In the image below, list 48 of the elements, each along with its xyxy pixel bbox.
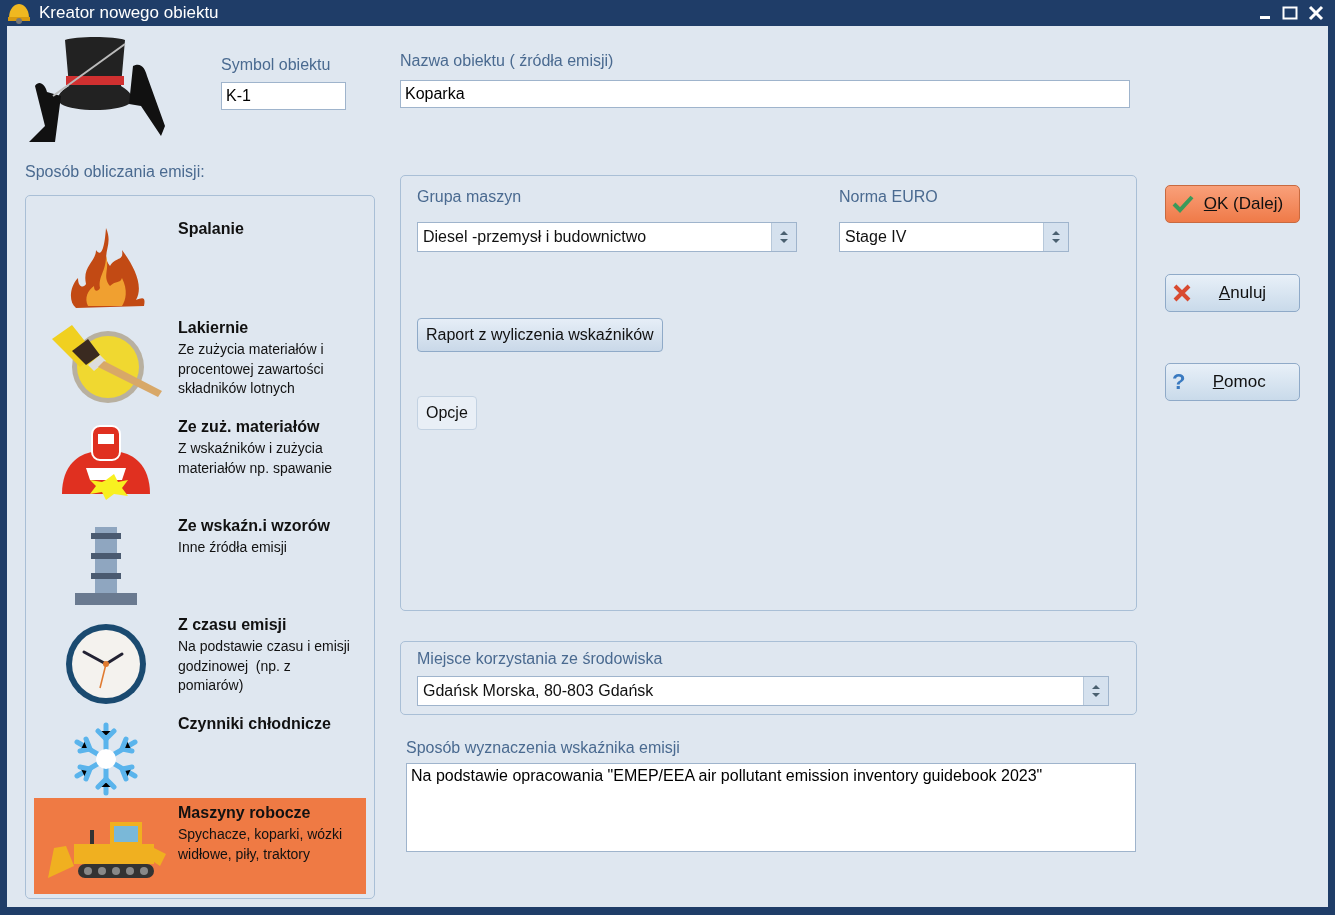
method-item[interactable]: Maszyny robocze Spychacze, koparki, wózki widłowe, piły, traktory — [34, 798, 366, 894]
method-title: Czynniki chłodnicze — [178, 715, 332, 733]
method-title: Ze wskaźn.i wzorów — [178, 517, 332, 535]
method-description: Inne źródła emisji — [178, 538, 288, 557]
method-description: Na podstawie czasu i emisji godzinowej (np. z pomiarów) — [178, 637, 351, 696]
ok-button[interactable]: OK (Dalej) — [1165, 185, 1300, 223]
method-item[interactable]: Z czasu emisji Na podstawie czasu i emisji godzinowej (np. z pomiarów) — [34, 600, 366, 699]
report-button[interactable]: Raport z wyliczenia wskaźników — [417, 318, 663, 352]
hard-hat-icon — [7, 2, 31, 24]
field-label: Nazwa obiektu ( źródła emisji) — [400, 52, 615, 70]
maximize-icon[interactable] — [1282, 6, 1298, 20]
cancel-button[interactable]: Anuluj — [1165, 274, 1300, 312]
symbol-input[interactable]: K-1 — [221, 82, 346, 110]
factor-method-textarea[interactable]: Na podstawie opracowania "EMEP/EEA air pollutant emission inventory guidebook 2023" — [406, 763, 1136, 852]
method-item[interactable]: Spalanie — [34, 204, 366, 303]
field-label: Miejsce korzystania ze środowiska — [417, 650, 664, 668]
method-title: Z czasu emisji — [178, 616, 288, 634]
method-description: Spychacze, koparki, wózki widłowe, piły, traktory — [178, 825, 344, 864]
spinner-arrows-icon — [779, 230, 789, 244]
field-label: Symbol obiektu — [221, 56, 332, 74]
method-title: Lakiernie — [178, 319, 250, 337]
euro-norm-dropdown[interactable]: Stage IV — [839, 222, 1069, 252]
method-description: Ze zużycia materiałów i procentowej zawartości składników lotnych — [178, 340, 325, 399]
method-item[interactable]: Ze zuż. materiałów Z wskaźników i zużycia materiałów np. spawanie — [34, 402, 366, 501]
options-button[interactable]: Opcje — [417, 396, 477, 430]
method-description: Z wskaźników i zużycia materiałów np. spawanie — [178, 439, 334, 478]
clock-icon — [64, 622, 148, 706]
help-button[interactable]: ? Pomoc — [1165, 363, 1300, 401]
method-item[interactable]: Czynniki chłodnicze — [34, 699, 366, 798]
location-dropdown[interactable]: Gdańsk Morska, 80-803 Gdańsk — [417, 676, 1109, 706]
help-icon: ? — [1172, 369, 1186, 395]
name-input[interactable]: Koparka — [400, 80, 1130, 108]
method-title: Spalanie — [178, 220, 245, 238]
window-title: Kreator nowego obiektu — [39, 3, 219, 23]
spinner-arrows-icon — [1091, 684, 1101, 698]
close-icon[interactable] — [1308, 5, 1324, 21]
section-label: Sposób obliczania emisji: — [25, 163, 206, 181]
machine-group-dropdown[interactable]: Diesel -przemysł i budownictwo — [417, 222, 797, 252]
close-icon — [1172, 283, 1192, 303]
method-item[interactable]: Lakiernie Ze zużycia materiałów i procentowej zawartości składników lotnych — [34, 303, 366, 402]
method-title: Maszyny robocze — [178, 804, 312, 822]
spinner-arrows-icon — [1051, 230, 1061, 244]
checkmark-icon — [1172, 195, 1194, 213]
field-label: Norma EURO — [839, 188, 939, 206]
method-title: Ze zuż. materiałów — [178, 418, 321, 436]
method-item[interactable]: Ze wskaźn.i wzorów Inne źródła emisji — [34, 501, 366, 600]
field-label: Grupa maszyn — [417, 188, 523, 206]
field-label: Sposób wyznaczenia wskaźnika emisji — [406, 739, 681, 757]
